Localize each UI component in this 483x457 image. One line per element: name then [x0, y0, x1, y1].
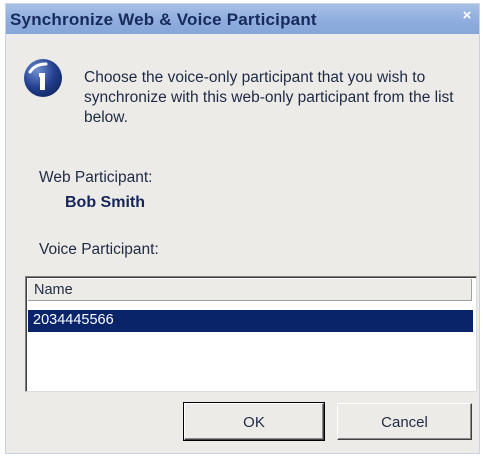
web-participant-name: Bob Smith	[65, 194, 145, 211]
instruction-text: Choose the voice-only participant that y…	[84, 69, 454, 126]
cancel-button[interactable]: Cancel	[337, 403, 472, 440]
voice-participant-list[interactable]: Name 2034445566	[25, 276, 477, 392]
list-header[interactable]: Name	[28, 279, 472, 301]
dialog-title: Synchronize Web & Voice Participant	[10, 10, 317, 29]
list-item-selected[interactable]: 2034445566	[28, 310, 473, 332]
web-participant-label: Web Participant:	[39, 169, 153, 186]
sync-dialog: Synchronize Web & Voice Participant × Ch…	[6, 4, 479, 453]
voice-participant-label: Voice Participant:	[39, 241, 159, 258]
title-bar[interactable]: Synchronize Web & Voice Participant ×	[6, 4, 479, 34]
info-icon	[24, 59, 62, 97]
column-header-name[interactable]: Name	[34, 282, 73, 298]
close-icon[interactable]: ×	[459, 8, 475, 24]
ok-button[interactable]: OK	[183, 402, 325, 441]
list-item-label: 2034445566	[33, 312, 114, 328]
